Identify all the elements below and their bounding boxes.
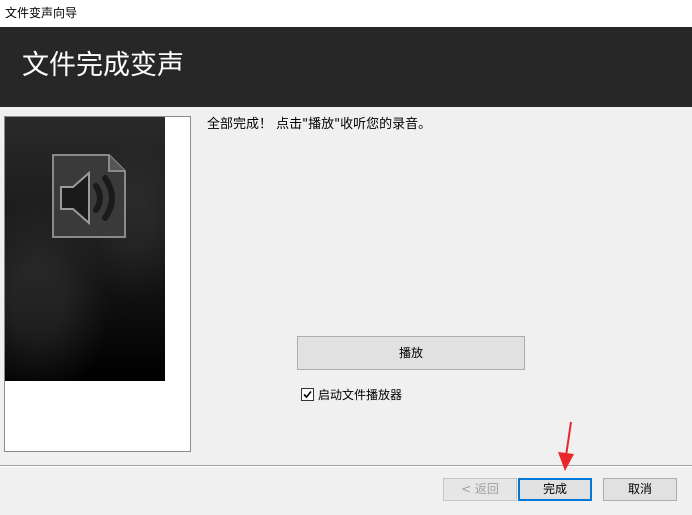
wizard-banner: 文件完成变声 xyxy=(0,27,692,107)
play-button[interactable]: 播放 xyxy=(297,336,525,370)
sidebar-panel xyxy=(4,116,191,452)
title-bar: 文件变声向导 xyxy=(0,0,692,27)
launch-player-checkbox[interactable] xyxy=(301,388,314,401)
launch-player-label: 启动文件播放器 xyxy=(318,388,403,402)
back-button[interactable]: < 返回 xyxy=(443,478,517,501)
sidebar-image xyxy=(5,117,165,381)
banner-title: 文件完成变声 xyxy=(22,50,184,81)
red-arrow-icon xyxy=(558,422,574,471)
speaker-document-icon xyxy=(52,154,126,238)
finish-button[interactable]: 完成 xyxy=(518,478,592,501)
checkmark-icon xyxy=(303,390,312,399)
completion-message: 全部完成！ 点击"播放"收听您的录音。 xyxy=(207,117,432,132)
cancel-button[interactable]: 取消 xyxy=(603,478,677,501)
window-title: 文件变声向导 xyxy=(5,6,78,20)
footer-divider xyxy=(0,465,692,467)
